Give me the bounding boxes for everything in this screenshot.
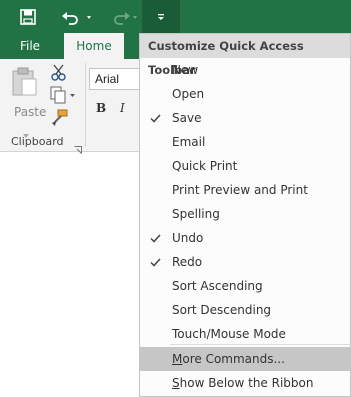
menu-item-label: Touch/Mouse Mode — [172, 327, 286, 341]
menu-item-label: Sort Ascending — [172, 279, 263, 293]
menu-item-label: Spelling — [172, 207, 220, 221]
menu-item-undo[interactable]: Undo — [140, 226, 350, 250]
undo-button[interactable] — [58, 0, 96, 33]
undo-arrow-icon — [60, 9, 94, 25]
menu-item-label: Redo — [172, 255, 203, 269]
customize-qat-button[interactable] — [142, 0, 180, 33]
bold-button[interactable]: B — [96, 101, 106, 115]
menu-item-spelling[interactable]: Spelling — [140, 202, 350, 226]
save-button[interactable] — [14, 0, 42, 33]
menu-item-label: Print Preview and Print — [172, 183, 308, 197]
menu-item-label: Save — [172, 111, 202, 125]
menu-item-show-below-ribbon[interactable]: Show Below the Ribbon — [140, 371, 350, 395]
checkmark-icon — [150, 106, 162, 130]
menu-item-redo[interactable]: Redo — [140, 250, 350, 274]
paste-label: Paste — [14, 105, 47, 119]
show-below-ribbon-label: Show Below the Ribbon — [172, 376, 314, 390]
dialog-launcher-icon[interactable] — [74, 139, 82, 154]
redo-button[interactable] — [104, 0, 142, 33]
menu-item-touch-mouse-mode[interactable]: Touch/Mouse Mode — [140, 322, 350, 346]
customize-qat-menu: Customize Quick Access Toolbar New Open Sa… — [139, 33, 351, 397]
scissors-icon[interactable] — [50, 63, 68, 81]
menu-item-quick-print[interactable]: Quick Print — [140, 154, 350, 178]
more-commands-label: More Commands... — [172, 352, 285, 366]
menu-item-save[interactable]: Save — [140, 106, 350, 130]
menu-item-email[interactable]: Email — [140, 130, 350, 154]
menu-separator — [170, 344, 350, 345]
menu-item-label: Quick Print — [172, 159, 238, 173]
menu-item-label: Undo — [172, 231, 204, 245]
menu-item-sort-descending[interactable]: Sort Descending — [140, 298, 350, 322]
quick-access-toolbar — [0, 0, 351, 33]
checkmark-icon — [150, 250, 162, 274]
menu-item-open[interactable]: Open — [140, 82, 350, 106]
customize-dropdown-icon — [156, 12, 166, 22]
menu-item-sort-ascending[interactable]: Sort Ascending — [140, 274, 350, 298]
clipboard-group-label: Clipboard — [11, 135, 64, 148]
menu-item-label: Sort Descending — [172, 303, 272, 317]
menu-item-more-commands[interactable]: More Commands... — [140, 347, 350, 371]
redo-arrow-icon — [106, 9, 140, 25]
tab-file[interactable]: File — [0, 33, 60, 59]
format-painter-icon[interactable] — [50, 109, 68, 127]
copy-icon[interactable] — [50, 86, 75, 104]
italic-button[interactable]: I — [120, 101, 125, 115]
menu-item-label: Open — [172, 87, 205, 101]
menu-item-print-preview-and-print[interactable]: Print Preview and Print — [140, 178, 350, 202]
menu-item-label: Email — [172, 135, 206, 149]
menu-item-new[interactable]: New — [140, 58, 350, 82]
menu-item-label: New — [172, 63, 199, 77]
group-divider — [85, 63, 86, 147]
paste-button[interactable]: Paste — [6, 65, 47, 138]
clipboard-icon — [11, 67, 39, 101]
checkmark-icon — [150, 226, 162, 250]
tab-home[interactable]: Home — [64, 33, 124, 59]
floppy-disk-icon — [20, 8, 36, 25]
menu-header: Customize Quick Access Toolbar — [140, 34, 350, 77]
